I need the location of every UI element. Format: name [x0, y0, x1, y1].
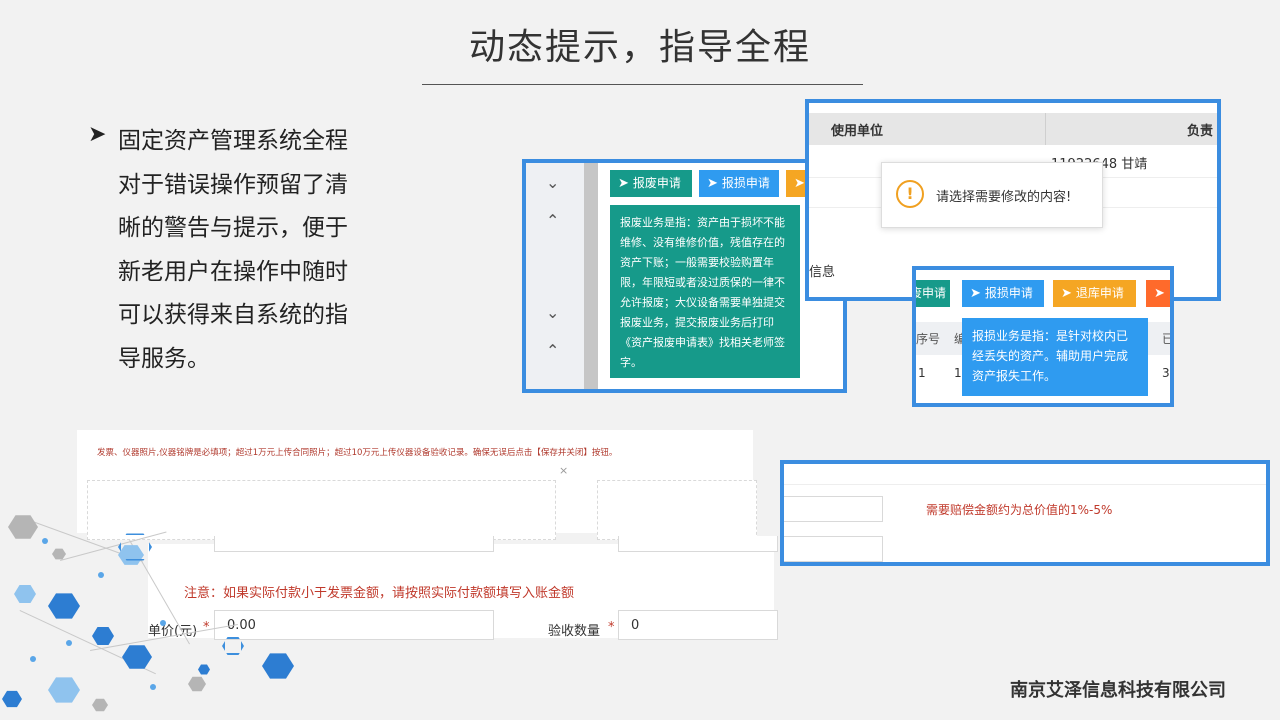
hexagon-icon	[92, 698, 108, 712]
row-index: 1	[918, 366, 926, 380]
compensation-notice: 需要赔偿金额约为总价值的1%-5%	[926, 503, 1113, 517]
slide-title: 动态提示，指导全程	[468, 27, 811, 68]
scrap-tooltip-screenshot: ⌄ ⌃ ⌄ ⌃ ➤ 报废申请 ➤ 报损申请 ➤ 报废业务是指：资产由于损坏不能维修、…	[522, 159, 847, 393]
node-dot	[98, 572, 104, 578]
hexagon-icon	[262, 653, 294, 679]
send-icon: ➤	[1154, 286, 1165, 301]
hexagon-icon	[14, 585, 36, 603]
required-mark: *	[608, 620, 615, 635]
compensation-screenshot: 需要赔偿金额约为总价值的1%-5%	[780, 460, 1270, 566]
title-divider	[422, 84, 863, 85]
node-dot	[30, 656, 36, 662]
col-index: 序号	[916, 332, 941, 346]
send-icon: ➤	[970, 286, 981, 301]
loss-apply-button[interactable]: ➤ 报损申请	[962, 280, 1044, 307]
hexagon-icon	[2, 690, 22, 708]
hexagon-icon	[92, 627, 114, 645]
chevron-up-icon[interactable]: ⌃	[546, 341, 559, 360]
node-dot	[42, 538, 48, 544]
upload-dropzone[interactable]	[597, 480, 757, 540]
amount-input[interactable]	[784, 496, 883, 522]
hexagon-decoration	[0, 480, 320, 720]
hexagon-icon	[8, 515, 38, 539]
send-icon: ➤	[794, 176, 805, 191]
table-header: 使用单位 负责	[809, 113, 1217, 145]
hexagon-icon	[222, 637, 244, 655]
company-name: 南京艾泽信息科技有限公司	[1010, 680, 1226, 701]
hexagon-icon	[188, 676, 206, 692]
col-other: 已	[1162, 332, 1174, 346]
bullet-text: 固定资产管理系统全程对于错误操作预留了清晰的警告与提示，便于新老用户在操作中随时…	[118, 128, 348, 372]
amount-input[interactable]	[784, 536, 883, 562]
partial-label: 信息	[809, 265, 836, 280]
hexagon-icon	[48, 593, 80, 619]
row-other: 3	[1162, 366, 1170, 380]
row-code: 1	[954, 366, 962, 380]
send-icon: ➤	[707, 176, 718, 191]
chevron-up-icon[interactable]: ⌃	[546, 211, 559, 230]
hexagon-icon	[48, 677, 80, 703]
scrap-tooltip: 报废业务是指：资产由于损坏不能维修、没有维修价值，残值存在的资产下账；一般需要校…	[610, 205, 800, 378]
row-divider	[784, 484, 1266, 485]
loss-tooltip: 报损业务是指：是针对校内已经丢失的资产。辅助用户完成资产报失工作。	[962, 318, 1148, 396]
send-icon: ➤	[618, 176, 629, 191]
chevron-down-icon[interactable]: ⌄	[546, 173, 559, 192]
scrollbar[interactable]	[584, 163, 598, 389]
loss-tooltip-screenshot: 废申请 ➤ 报损申请 ➤ 退库申请 ➤ 序号 编 已 1 1 3 报损业务是指：是针…	[912, 266, 1174, 407]
scrap-apply-button-partial[interactable]: 废申请	[916, 280, 950, 307]
more-apply-button[interactable]: ➤	[1146, 280, 1170, 307]
close-icon[interactable]: ×	[559, 464, 568, 477]
send-icon: ➤	[1061, 286, 1072, 301]
dialog-message: 请选择需要修改的内容!	[936, 190, 1072, 205]
return-apply-button[interactable]: ➤ 退库申请	[1053, 280, 1136, 307]
hexagon-icon	[198, 664, 210, 675]
node-dot	[150, 684, 156, 690]
loss-apply-button[interactable]: ➤ 报损申请	[699, 170, 779, 197]
col-unit: 使用单位	[831, 124, 884, 139]
qty-label: 验收数量	[548, 624, 601, 639]
warning-icon: !	[896, 180, 924, 208]
upload-notice: 发票、仪器照片,仪器铭牌是必填项；超过1万元上传合同照片；超过10万元上传仪器设…	[97, 448, 618, 458]
chevron-down-icon[interactable]: ⌄	[546, 303, 559, 322]
arrow-bullet-icon: ➤	[88, 122, 107, 147]
hexagon-icon	[122, 645, 152, 669]
warning-dialog: ! 请选择需要修改的内容!	[881, 162, 1103, 228]
qty-input[interactable]: 0	[618, 610, 778, 640]
side-controls: ⌄ ⌃ ⌄ ⌃	[526, 163, 584, 389]
node-dot	[66, 640, 72, 646]
col-owner: 负责	[1187, 124, 1214, 139]
text-field[interactable]	[618, 536, 778, 552]
scrap-apply-button[interactable]: ➤ 报废申请	[610, 170, 692, 197]
col-divider	[1045, 113, 1046, 145]
node-dot	[160, 620, 166, 626]
